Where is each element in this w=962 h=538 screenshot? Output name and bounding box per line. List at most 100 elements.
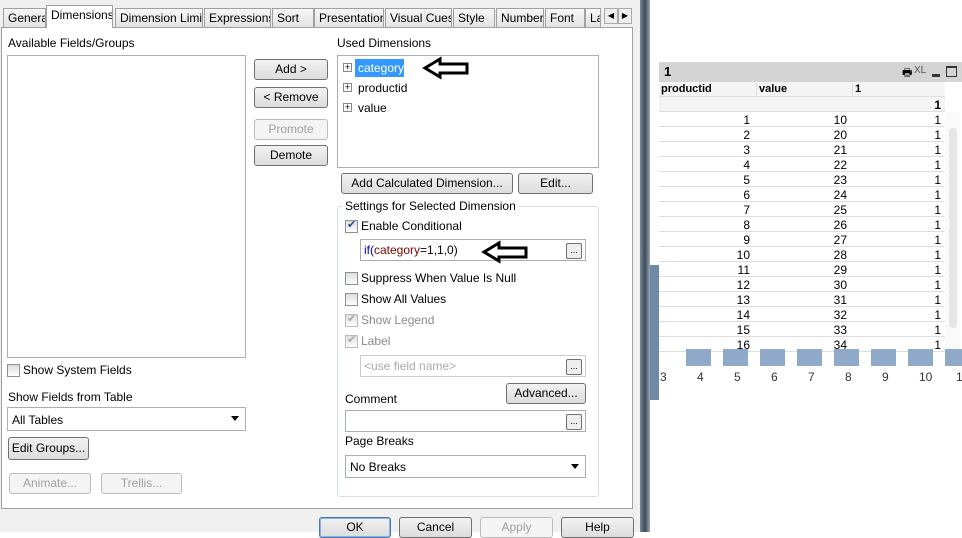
table-cell: 1: [934, 323, 941, 337]
table-cell: 1: [934, 143, 941, 157]
tab-scroll-left[interactable]: ◀: [604, 8, 618, 24]
help-button[interactable]: Help: [561, 517, 634, 538]
animate-button[interactable]: Animate...: [9, 473, 91, 494]
chart-properties-dialog: GeneralDimensionsDimension LimitsExpress…: [0, 0, 640, 538]
table-row[interactable]: 1 10 1: [659, 112, 945, 127]
available-fields-list[interactable]: [7, 55, 246, 358]
table-row[interactable]: 3 21 1: [659, 142, 945, 157]
ok-button[interactable]: OK: [319, 517, 391, 538]
table-cell: 1: [934, 218, 941, 232]
table-cell: 27: [833, 233, 847, 247]
table-caption[interactable]: 1 🖶 XL: [659, 62, 962, 82]
add-button[interactable]: Add >: [254, 59, 328, 80]
edit-button[interactable]: Edit...: [518, 173, 593, 194]
tab-presentation[interactable]: Presentation: [314, 8, 384, 28]
table-row[interactable]: 15 33 1: [659, 322, 945, 337]
tab-la[interactable]: La: [585, 8, 601, 28]
tab-font[interactable]: Font: [545, 8, 585, 28]
maximize-icon[interactable]: [946, 66, 957, 77]
enable-conditional-label: Enable Conditional: [361, 219, 462, 233]
chart-bar: [797, 349, 822, 366]
apply-button[interactable]: Apply: [480, 517, 553, 538]
cancel-button[interactable]: Cancel: [399, 517, 472, 538]
conditional-expression-input[interactable]: if(category=1,1,0) ...: [360, 239, 586, 261]
tab-visual-cues[interactable]: Visual Cues: [385, 8, 452, 28]
chart-bar: [945, 349, 962, 366]
show-system-fields-checkbox[interactable]: [7, 364, 20, 377]
axis-tick-label: 10: [919, 370, 933, 384]
list-item[interactable]: + value: [338, 99, 598, 117]
tab-dimension-limits[interactable]: Dimension Limits: [115, 8, 203, 28]
advanced-button[interactable]: Advanced...: [506, 383, 586, 404]
table-cell: 1: [934, 113, 941, 127]
label-edit-button[interactable]: ...: [566, 359, 582, 375]
enable-conditional-checkbox[interactable]: [345, 218, 358, 233]
chart-bar: [834, 349, 859, 366]
table-row[interactable]: 11 29 1: [659, 262, 945, 277]
table-cell: 10: [736, 248, 750, 262]
tab-number[interactable]: Number: [496, 8, 544, 28]
table-row[interactable]: 2 20 1: [659, 127, 945, 142]
chart-background: [650, 265, 659, 400]
header-1[interactable]: 1: [852, 83, 861, 98]
edit-groups-button[interactable]: Edit Groups...: [8, 437, 89, 460]
page-breaks-select[interactable]: No Breaks: [345, 455, 586, 478]
label-checkbox[interactable]: [345, 333, 358, 348]
tab-scroll-right[interactable]: ▶: [618, 8, 632, 24]
scrollbar-thumb[interactable]: [949, 128, 957, 328]
add-calculated-dimension-button[interactable]: Add Calculated Dimension...: [341, 173, 513, 194]
expand-icon[interactable]: +: [343, 63, 352, 72]
chart-bar: [871, 349, 896, 366]
vertical-scrollbar[interactable]: [946, 112, 960, 352]
tab-dimensions[interactable]: Dimensions: [46, 5, 113, 28]
table-row[interactable]: 9 27 1: [659, 232, 945, 247]
header-productid[interactable]: productid: [661, 83, 712, 95]
comment-input[interactable]: ...: [345, 410, 586, 432]
chevron-down-icon: [231, 416, 239, 425]
expression-edit-button[interactable]: ...: [566, 243, 582, 259]
table-cell: 6: [743, 188, 750, 202]
promote-button[interactable]: Promote: [254, 119, 328, 140]
table-row[interactable]: 7 25 1: [659, 202, 945, 217]
show-all-values-checkbox[interactable]: [345, 293, 358, 306]
dimension-value[interactable]: value: [358, 101, 387, 115]
show-fields-from-table-label: Show Fields from Table: [8, 390, 133, 404]
tab-general[interactable]: General: [3, 8, 46, 28]
demote-button[interactable]: Demote: [254, 145, 328, 166]
label-input[interactable]: <use field name> ...: [360, 355, 586, 377]
table-row[interactable]: 12 30 1: [659, 277, 945, 292]
table-select[interactable]: All Tables: [7, 407, 246, 431]
table-cell: 33: [833, 323, 847, 337]
table-cell: 1: [934, 158, 941, 172]
label-placeholder: <use field name>: [364, 359, 457, 373]
minimize-icon[interactable]: [932, 74, 940, 77]
tab-style[interactable]: Style: [453, 8, 495, 28]
table-row[interactable]: 4 22 1: [659, 157, 945, 172]
xl-icon[interactable]: XL: [914, 65, 926, 76]
list-item[interactable]: + productid: [338, 79, 598, 97]
table-cell: 14: [736, 308, 750, 322]
suppress-null-checkbox[interactable]: [345, 272, 358, 285]
tab-expressions[interactable]: Expressions: [204, 8, 271, 28]
remove-button[interactable]: < Remove: [254, 87, 328, 108]
tab-sort[interactable]: Sort: [272, 8, 314, 28]
table-row[interactable]: 13 31 1: [659, 292, 945, 307]
table-select-value: All Tables: [12, 413, 64, 427]
expand-icon[interactable]: +: [343, 83, 352, 92]
comment-edit-button[interactable]: ...: [566, 414, 582, 430]
table-row[interactable]: 10 28 1: [659, 247, 945, 262]
expand-icon[interactable]: +: [343, 103, 352, 112]
dimension-category[interactable]: category: [355, 59, 404, 77]
trellis-button[interactable]: Trellis...: [101, 473, 182, 494]
table-row[interactable]: 8 26 1: [659, 217, 945, 232]
show-legend-checkbox[interactable]: [345, 312, 358, 327]
show-all-values-label: Show All Values: [361, 292, 447, 306]
dimension-productid[interactable]: productid: [358, 81, 407, 95]
header-value[interactable]: value: [756, 83, 787, 98]
table-row[interactable]: 6 24 1: [659, 187, 945, 202]
table-cell: 1: [934, 278, 941, 292]
table-row[interactable]: 14 32 1: [659, 307, 945, 322]
show-legend-label: Show Legend: [361, 313, 435, 327]
print-icon[interactable]: 🖶: [902, 64, 912, 83]
table-row[interactable]: 5 23 1: [659, 172, 945, 187]
